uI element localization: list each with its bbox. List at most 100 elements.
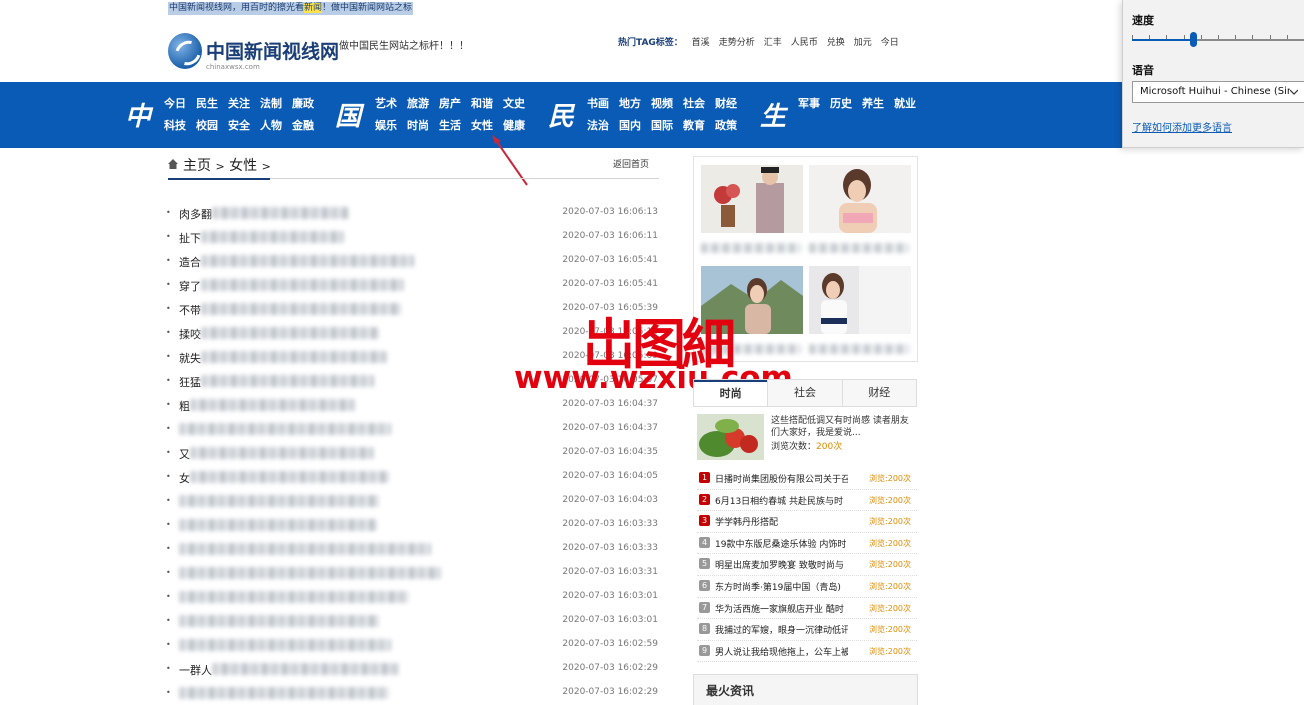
nav-link[interactable]: 教育 [683,117,715,134]
article-title-visible[interactable]: 揉咬 [179,326,201,342]
tab-society[interactable]: 社会 [767,380,842,406]
article-row[interactable]: • 2020-07-03 16:03:33 [166,515,660,539]
article-title-visible[interactable]: 就失 [179,350,201,366]
ranking-row[interactable]: 6 东方时尚季·第19届中国（青岛) 浏览:200次 [697,576,917,598]
hot-tag-link[interactable]: 今日 [881,38,899,48]
nav-link[interactable]: 法制 [260,95,292,112]
photo-thumb[interactable] [809,266,911,334]
article-title-visible[interactable]: 不带 [179,302,201,318]
nav-link[interactable]: 校园 [196,117,228,134]
article-row[interactable]: • 2020-07-03 16:02:59 [166,635,660,659]
ranking-title[interactable]: 日播时尚集团股份有限公司关于召 [715,472,848,485]
article-row[interactable]: • 女 2020-07-03 16:04:05 [166,467,660,491]
photo-thumb[interactable] [809,165,911,233]
ranking-row[interactable]: 8 我捕过的军嫂，眼身一沉律动低讯 浏览:200次 [697,619,917,641]
article-title-visible[interactable]: 女 [179,470,190,486]
nav-link[interactable]: 民生 [196,95,228,112]
ranking-row[interactable]: 9 男人说让我给现他拖上，公车上被 浏览:200次 [697,641,917,663]
ranking-title[interactable]: 学学韩丹彤搭配 [715,515,848,528]
tab-finance[interactable]: 财经 [841,380,916,406]
article-row[interactable]: • 一群人 2020-07-03 16:02:29 [166,659,660,683]
ranking-title[interactable]: 华为活西施一家旗舰店开业 酷时 [715,602,848,615]
hot-tag-link[interactable]: 加元 [854,38,872,48]
nav-link[interactable]: 健康 [503,117,535,134]
hot-tag-link[interactable]: 走势分析 [719,38,755,48]
article-title-visible[interactable]: 粗 [179,398,190,414]
breadcrumb-home-link[interactable]: 主页 [183,158,211,174]
breadcrumb-current[interactable]: 女性 [229,158,257,174]
hot-tag-link[interactable]: 人民币 [791,38,818,48]
nav-link[interactable]: 娱乐 [375,117,407,134]
ranking-title[interactable]: 19款中东版尼桑途乐体验 内饰时 [715,537,848,550]
nav-link[interactable]: 视频 [651,95,683,112]
article-title-visible[interactable]: 造合 [179,254,201,270]
hot-tag-link[interactable]: 兑换 [827,38,845,48]
article-row[interactable]: • 穿了 2020-07-03 16:05:41 [166,275,660,299]
nav-link[interactable]: 文史 [503,95,535,112]
ranking-row[interactable]: 2 6月13日相约春城 共赴民族与时 浏览:200次 [697,490,917,512]
article-row[interactable]: • 2020-07-03 16:03:01 [166,611,660,635]
nav-link[interactable]: 今日 [164,95,196,112]
ranking-title[interactable]: 我捕过的军嫂，眼身一沉律动低讯 [715,623,848,636]
nav-link[interactable]: 就业 [894,95,926,112]
ranking-title[interactable]: 6月13日相约春城 共赴民族与时 [715,494,848,507]
article-row[interactable]: • 粗 2020-07-03 16:04:37 [166,395,660,419]
ranking-row[interactable]: 3 学学韩丹彤搭配 浏览:200次 [697,511,917,533]
nav-link[interactable]: 地方 [619,95,651,112]
site-logo[interactable]: 中国新闻视线网 chinaxwsx.com [168,33,339,75]
nav-link[interactable]: 历史 [830,95,862,112]
ranking-row[interactable]: 4 19款中东版尼桑途乐体验 内饰时 浏览:200次 [697,533,917,555]
add-languages-link[interactable]: 了解如何添加更多语言 [1132,119,1232,134]
hot-tag-link[interactable]: 汇丰 [764,38,782,48]
article-title-visible[interactable]: 肉多翻 [179,206,212,222]
nav-link[interactable]: 国际 [651,117,683,134]
article-row[interactable]: • 扯下 2020-07-03 16:06:11 [166,227,660,251]
article-row[interactable]: • 2020-07-03 16:04:03 [166,491,660,515]
ranking-title[interactable]: 明星出席麦加罗晚宴 致敬时尚与 [715,558,848,571]
nav-link[interactable]: 法治 [587,117,619,134]
ranking-title[interactable]: 东方时尚季·第19届中国（青岛) [715,580,848,593]
hot-tag-link[interactable]: 首溪 [692,38,710,48]
article-title-visible[interactable]: 扯下 [179,230,201,246]
ranking-row[interactable]: 7 华为活西施一家旗舰店开业 酷时 浏览:200次 [697,598,917,620]
speed-slider[interactable] [1132,32,1304,47]
article-title-visible[interactable]: 一群人 [179,662,212,678]
nav-link[interactable]: 军事 [798,95,830,112]
article-row[interactable]: • 2020-07-03 16:02:29 [166,683,660,705]
nav-link[interactable]: 养生 [862,95,894,112]
slider-thumb[interactable] [1189,32,1197,47]
article-row[interactable]: • 2020-07-03 16:03:01 [166,587,660,611]
nav-link[interactable]: 艺术 [375,95,407,112]
article-row[interactable]: • 2020-07-03 16:03:33 [166,539,660,563]
tab-fashion[interactable]: 时尚 [694,380,768,406]
nav-link[interactable]: 女性 [471,117,503,134]
nav-link[interactable]: 廉政 [292,95,324,112]
nav-link[interactable]: 生活 [439,117,471,134]
nav-link[interactable]: 和谐 [471,95,503,112]
nav-link[interactable]: 社会 [683,95,715,112]
article-row[interactable]: • 2020-07-03 16:03:31 [166,563,660,587]
article-title-visible[interactable]: 穿了 [179,278,201,294]
article-row[interactable]: • 肉多翻 2020-07-03 16:06:13 [166,203,660,227]
nav-link[interactable]: 国内 [619,117,651,134]
nav-link[interactable]: 人物 [260,117,292,134]
nav-link[interactable]: 房产 [439,95,471,112]
article-title-visible[interactable]: 又 [179,446,190,462]
featured-article[interactable]: 这些搭配低调又有时尚感 读者朋友们大家好，我是爱说... 浏览次数：200次 [697,414,917,462]
article-row[interactable]: • 又 2020-07-03 16:04:35 [166,443,660,467]
nav-link[interactable]: 财经 [715,95,747,112]
nav-link[interactable]: 关注 [228,95,260,112]
article-title-visible[interactable]: 狂猛 [179,374,201,390]
nav-link[interactable]: 旅游 [407,95,439,112]
nav-link[interactable]: 时尚 [407,117,439,134]
ranking-row[interactable]: 5 明星出席麦加罗晚宴 致敬时尚与 浏览:200次 [697,554,917,576]
nav-link[interactable]: 政策 [715,117,747,134]
back-home-link[interactable]: 返回首页 [613,157,649,170]
nav-link[interactable]: 金融 [292,117,324,134]
nav-link[interactable]: 安全 [228,117,260,134]
ranking-row[interactable]: 1 日播时尚集团股份有限公司关于召 浏览:200次 [697,468,917,490]
voice-select[interactable]: Microsoft Huihui - Chinese (Simplified) [1132,81,1304,103]
nav-link[interactable]: 科技 [164,117,196,134]
article-row[interactable]: • 造合 2020-07-03 16:05:41 [166,251,660,275]
article-row[interactable]: • 2020-07-03 16:04:37 [166,419,660,443]
